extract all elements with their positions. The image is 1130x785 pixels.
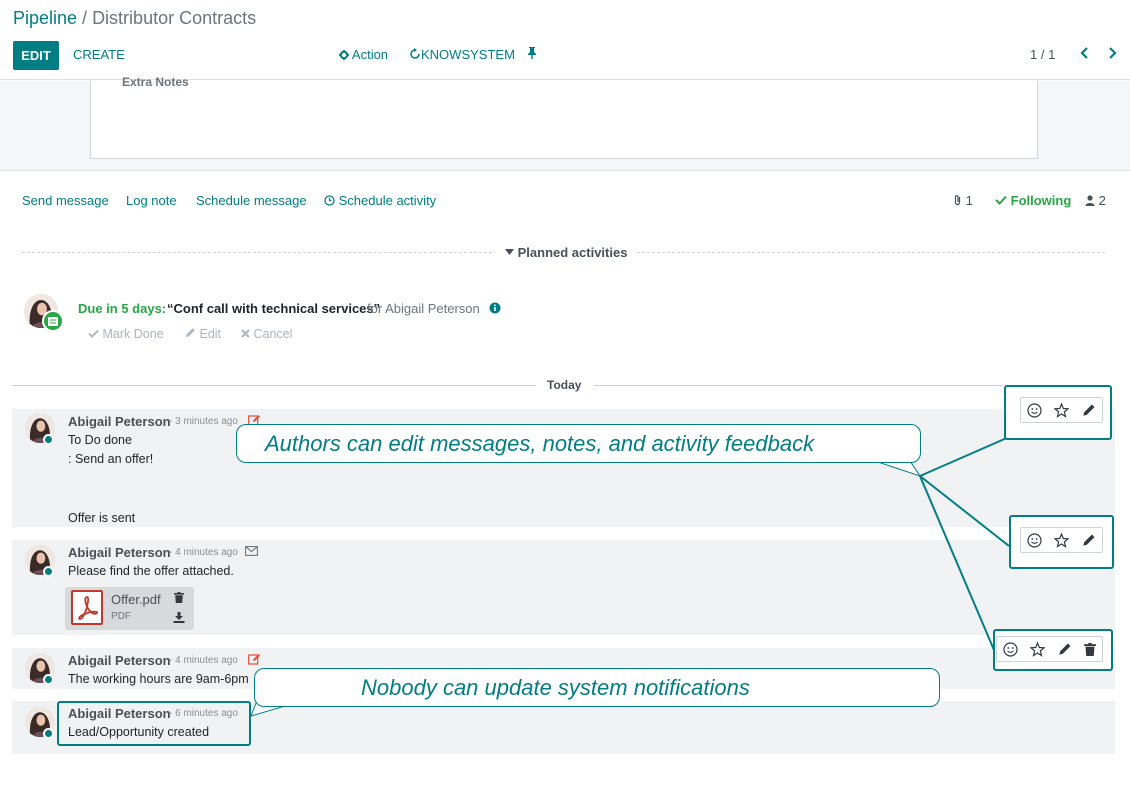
pencil-icon[interactable] <box>1058 642 1072 656</box>
pencil-icon[interactable] <box>1082 533 1096 547</box>
star-icon[interactable] <box>1030 641 1046 657</box>
system-annotation-text: Nobody can update system notifications <box>361 674 750 700</box>
message-actions-3 <box>996 636 1103 662</box>
trash-icon[interactable] <box>1083 642 1096 656</box>
smiley-icon[interactable] <box>1027 402 1042 418</box>
smiley-icon[interactable] <box>1027 532 1042 548</box>
star-icon[interactable] <box>1054 402 1070 418</box>
message-actions-2 <box>1020 527 1103 553</box>
edit-annotation-callout: Authors can edit messages, notes, and ac… <box>236 424 921 463</box>
pencil-icon[interactable] <box>1082 403 1096 417</box>
star-icon[interactable] <box>1054 532 1070 548</box>
smiley-icon[interactable] <box>1003 641 1018 657</box>
edit-annotation-text: Authors can edit messages, notes, and ac… <box>265 430 815 456</box>
message-actions-1 <box>1020 397 1103 423</box>
system-annotation-callout: Nobody can update system notifications <box>254 668 940 707</box>
